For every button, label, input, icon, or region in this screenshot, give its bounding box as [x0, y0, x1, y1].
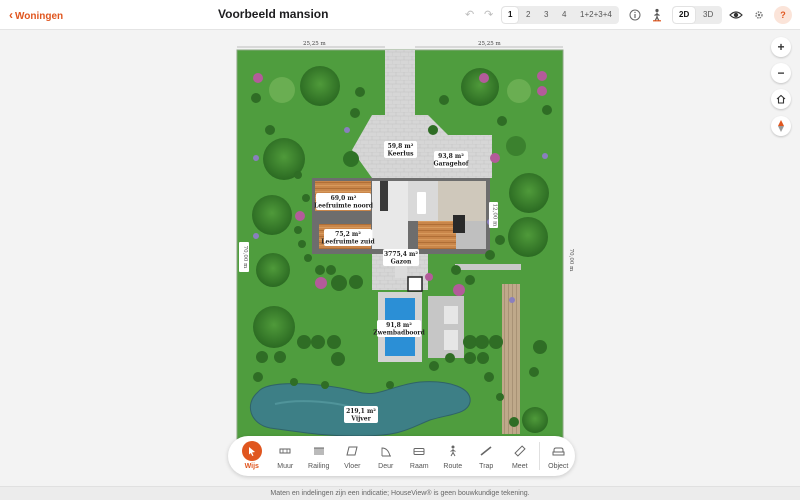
home-icon	[776, 94, 786, 104]
undo-icon[interactable]: ↶	[465, 8, 474, 21]
svg-text:Gazon: Gazon	[391, 259, 412, 266]
room-label-gazon: 3775,4 m² Gazon	[383, 249, 419, 266]
svg-text:91,8 m²: 91,8 m²	[386, 322, 412, 329]
top-bar: ‹ Woningen Voorbeeld mansion ↶ ↷ 1 2 3 4 …	[0, 0, 800, 30]
tool-label: Wijs	[244, 463, 259, 470]
tool-vloer[interactable]: Vloer	[336, 438, 370, 474]
site-plan-drawing: 25,25 m 25,25 m 70,00 m 70,00 m 12,00 m …	[236, 41, 574, 441]
stairs-icon	[476, 441, 496, 461]
svg-text:75,2 m²: 75,2 m²	[335, 231, 361, 238]
svg-text:Leefruimte noord: Leefruimte noord	[314, 203, 374, 210]
compass-button[interactable]	[771, 116, 791, 136]
svg-text:Keerlus: Keerlus	[388, 151, 415, 158]
wall-icon	[275, 441, 295, 461]
door-icon	[376, 441, 396, 461]
dimension-right: 70,00 m	[568, 249, 574, 272]
tool-label: Vloer	[344, 463, 361, 470]
floor-option-4[interactable]: 4	[556, 7, 572, 23]
svg-text:Zwembadboord: Zwembadboord	[373, 330, 425, 337]
floor-plan-canvas[interactable]: 25,25 m 25,25 m 70,00 m 70,00 m 12,00 m …	[0, 30, 800, 486]
svg-text:Vijver: Vijver	[350, 416, 371, 423]
tool-deur[interactable]: Deur	[369, 438, 403, 474]
gear-icon[interactable]	[750, 6, 768, 24]
tool-object[interactable]: Object	[542, 438, 576, 474]
floor-option-2[interactable]: 2	[520, 7, 536, 23]
dimension-left: 70,00 m	[242, 246, 248, 269]
tool-label: Trap	[479, 463, 494, 470]
tool-label: Deur	[378, 463, 394, 470]
tool-label: Railing	[308, 463, 330, 470]
tool-label: Object	[548, 463, 569, 470]
room-label-keerlus: 59,8 m² Keerlus	[384, 141, 417, 158]
tool-railing[interactable]: Railing	[302, 438, 336, 474]
walk-person-icon[interactable]	[648, 6, 666, 24]
room-label-zwembadboord: 91,8 m² Zwembadboord	[373, 320, 426, 337]
svg-text:59,8 m²: 59,8 m²	[388, 143, 414, 150]
minus-icon: −	[777, 66, 785, 80]
svg-text:3775,4 m²: 3775,4 m²	[384, 251, 418, 258]
view-2d[interactable]: 2D	[673, 7, 695, 23]
help-button[interactable]: ?	[774, 6, 792, 24]
tool-wijs[interactable]: Wijs	[235, 438, 269, 474]
redo-icon[interactable]: ↷	[484, 8, 493, 21]
footer-disclaimer: Maten en indelingen zijn een indicatie; …	[0, 486, 800, 500]
floor-option-all[interactable]: 1+2+3+4	[574, 7, 614, 23]
dimension-top-left: 25,25 m	[303, 41, 326, 47]
tool-label: Raam	[409, 463, 429, 470]
page-title: Voorbeeld mansion	[218, 7, 329, 21]
ruler-icon	[510, 441, 530, 461]
svg-text:Leefruimte zuid: Leefruimte zuid	[321, 239, 375, 246]
tool-label: Route	[443, 463, 463, 470]
back-button[interactable]: ‹ Woningen	[9, 8, 63, 22]
sofa-icon	[548, 441, 568, 461]
window-icon	[409, 441, 429, 461]
railing-icon	[309, 441, 329, 461]
compass-icon	[778, 120, 784, 132]
tool-palette: Wijs Muur Railing Vloer Deur Raam Route …	[228, 436, 575, 476]
home-view-button[interactable]	[771, 89, 791, 109]
view-toggle: 2D 3D	[672, 6, 722, 24]
dimension-inner: 12,00 m	[492, 204, 498, 227]
floor-selector: 1 2 3 4 1+2+3+4	[501, 6, 619, 24]
info-icon[interactable]	[626, 6, 644, 24]
floor-option-1[interactable]: 1	[502, 7, 518, 23]
tool-muur[interactable]: Muur	[269, 438, 303, 474]
svg-text:219,1 m²: 219,1 m²	[346, 408, 376, 415]
back-label: Woningen	[15, 11, 64, 22]
view-3d[interactable]: 3D	[697, 7, 719, 23]
svg-text:Garagehof: Garagehof	[433, 161, 468, 168]
tool-meet[interactable]: Meet	[503, 438, 537, 474]
zoom-out-button[interactable]: −	[771, 63, 791, 83]
svg-text:93,8 m²: 93,8 m²	[438, 153, 464, 160]
route-icon	[443, 441, 463, 461]
room-label-leefruimte-zuid: 75,2 m² Leefruimte zuid	[321, 229, 376, 246]
floor-option-3[interactable]: 3	[538, 7, 554, 23]
tool-trap[interactable]: Trap	[470, 438, 504, 474]
plus-icon: +	[777, 40, 785, 54]
dimension-top-right: 25,25 m	[478, 41, 501, 47]
svg-text:69,0 m²: 69,0 m²	[331, 195, 357, 202]
floor-icon	[342, 441, 362, 461]
room-label-vijver: 219,1 m² Vijver	[344, 406, 378, 423]
tool-label: Muur	[277, 463, 294, 470]
chevron-left-icon: ‹	[9, 8, 13, 22]
zoom-in-button[interactable]: +	[771, 37, 791, 57]
room-label-leefruimte-noord: 69,0 m² Leefruimte noord	[314, 193, 374, 210]
tool-route[interactable]: Route	[436, 438, 470, 474]
tool-label: Meet	[511, 463, 528, 470]
cursor-icon	[241, 441, 262, 461]
eye-icon[interactable]	[727, 6, 745, 24]
tool-raam[interactable]: Raam	[403, 438, 437, 474]
toolbar-divider	[538, 442, 540, 470]
room-label-garagehof: 93,8 m² Garagehof	[433, 151, 469, 168]
